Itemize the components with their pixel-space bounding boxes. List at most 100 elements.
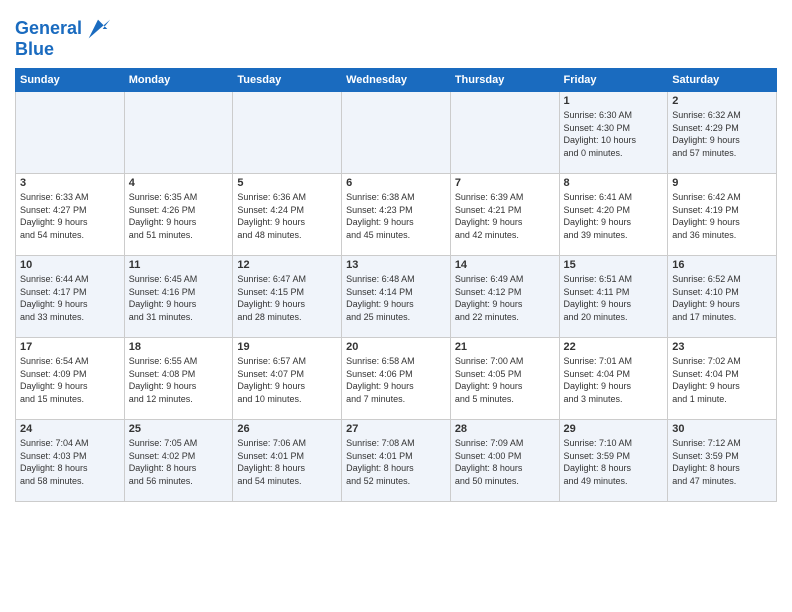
day-number: 30 (672, 423, 772, 435)
calendar-cell: 11 Sunrise: 6:45 AM Sunset: 4:16 PM Dayli… (124, 256, 233, 338)
day-info: Sunrise: 7:05 AM Sunset: 4:02 PM Dayligh… (129, 437, 229, 487)
header-day: Wednesday (342, 69, 451, 92)
calendar-cell: 9 Sunrise: 6:42 AM Sunset: 4:19 PM Daylig… (668, 174, 777, 256)
logo-text: General (15, 19, 82, 39)
calendar-cell: 21 Sunrise: 7:00 AM Sunset: 4:05 PM Dayli… (450, 338, 559, 420)
day-number: 27 (346, 423, 446, 435)
day-number: 25 (129, 423, 229, 435)
day-number: 10 (20, 259, 120, 271)
day-info: Sunrise: 7:12 AM Sunset: 3:59 PM Dayligh… (672, 437, 772, 487)
day-number: 5 (237, 177, 337, 189)
calendar-cell: 7 Sunrise: 6:39 AM Sunset: 4:21 PM Daylig… (450, 174, 559, 256)
day-number: 16 (672, 259, 772, 271)
calendar-week-row: 3Sunrise: 6:33 AM Sunset: 4:27 PM Daylig… (16, 174, 777, 256)
calendar-cell: 3Sunrise: 6:33 AM Sunset: 4:27 PM Daylig… (16, 174, 125, 256)
day-info: Sunrise: 7:00 AM Sunset: 4:05 PM Dayligh… (455, 355, 555, 405)
day-info: Sunrise: 7:04 AM Sunset: 4:03 PM Dayligh… (20, 437, 120, 487)
main-container: General Blue SundayMondayTuesdayWednesda… (0, 0, 792, 507)
day-info: Sunrise: 7:09 AM Sunset: 4:00 PM Dayligh… (455, 437, 555, 487)
day-number: 17 (20, 341, 120, 353)
day-number: 11 (129, 259, 229, 271)
calendar-cell: 19Sunrise: 6:57 AM Sunset: 4:07 PM Dayli… (233, 338, 342, 420)
calendar-cell: 26 Sunrise: 7:06 AM Sunset: 4:01 PM Dayli… (233, 420, 342, 502)
day-number: 9 (672, 177, 772, 189)
day-info: Sunrise: 6:45 AM Sunset: 4:16 PM Dayligh… (129, 273, 229, 323)
calendar-cell (233, 92, 342, 174)
day-number: 24 (20, 423, 120, 435)
calendar-cell: 16 Sunrise: 6:52 AM Sunset: 4:10 PM Dayli… (668, 256, 777, 338)
day-number: 15 (564, 259, 664, 271)
day-info: Sunrise: 6:44 AM Sunset: 4:17 PM Dayligh… (20, 273, 120, 323)
calendar-cell: 18Sunrise: 6:55 AM Sunset: 4:08 PM Dayli… (124, 338, 233, 420)
day-info: Sunrise: 6:51 AM Sunset: 4:11 PM Dayligh… (564, 273, 664, 323)
day-number: 13 (346, 259, 446, 271)
logo: General Blue (15, 15, 112, 60)
calendar-table: SundayMondayTuesdayWednesdayThursdayFrid… (15, 68, 777, 502)
calendar-cell (342, 92, 451, 174)
day-info: Sunrise: 7:01 AM Sunset: 4:04 PM Dayligh… (564, 355, 664, 405)
calendar-cell: 23Sunrise: 7:02 AM Sunset: 4:04 PM Dayli… (668, 338, 777, 420)
header-row: SundayMondayTuesdayWednesdayThursdayFrid… (16, 69, 777, 92)
calendar-cell: 10 Sunrise: 6:44 AM Sunset: 4:17 PM Dayli… (16, 256, 125, 338)
day-info: Sunrise: 6:35 AM Sunset: 4:26 PM Dayligh… (129, 191, 229, 241)
calendar-week-row: 1 Sunrise: 6:30 AM Sunset: 4:30 PM Daylig… (16, 92, 777, 174)
calendar-cell: 27 Sunrise: 7:08 AM Sunset: 4:01 PM Dayli… (342, 420, 451, 502)
day-info: Sunrise: 6:54 AM Sunset: 4:09 PM Dayligh… (20, 355, 120, 405)
day-info: Sunrise: 7:02 AM Sunset: 4:04 PM Dayligh… (672, 355, 772, 405)
calendar-cell (16, 92, 125, 174)
calendar-cell: 12 Sunrise: 6:47 AM Sunset: 4:15 PM Dayli… (233, 256, 342, 338)
calendar-cell: 20Sunrise: 6:58 AM Sunset: 4:06 PM Dayli… (342, 338, 451, 420)
day-number: 12 (237, 259, 337, 271)
calendar-cell: 24 Sunrise: 7:04 AM Sunset: 4:03 PM Dayli… (16, 420, 125, 502)
calendar-cell: 5 Sunrise: 6:36 AM Sunset: 4:24 PM Daylig… (233, 174, 342, 256)
day-info: Sunrise: 6:42 AM Sunset: 4:19 PM Dayligh… (672, 191, 772, 241)
day-info: Sunrise: 7:06 AM Sunset: 4:01 PM Dayligh… (237, 437, 337, 487)
calendar-cell: 4 Sunrise: 6:35 AM Sunset: 4:26 PM Daylig… (124, 174, 233, 256)
calendar-week-row: 10 Sunrise: 6:44 AM Sunset: 4:17 PM Dayli… (16, 256, 777, 338)
day-number: 8 (564, 177, 664, 189)
day-info: Sunrise: 6:33 AM Sunset: 4:27 PM Dayligh… (20, 191, 120, 241)
day-number: 21 (455, 341, 555, 353)
day-info: Sunrise: 6:58 AM Sunset: 4:06 PM Dayligh… (346, 355, 446, 405)
calendar-cell: 30 Sunrise: 7:12 AM Sunset: 3:59 PM Dayli… (668, 420, 777, 502)
day-info: Sunrise: 6:39 AM Sunset: 4:21 PM Dayligh… (455, 191, 555, 241)
day-info: Sunrise: 7:10 AM Sunset: 3:59 PM Dayligh… (564, 437, 664, 487)
day-info: Sunrise: 6:47 AM Sunset: 4:15 PM Dayligh… (237, 273, 337, 323)
calendar-cell (450, 92, 559, 174)
calendar-cell: 14Sunrise: 6:49 AM Sunset: 4:12 PM Dayli… (450, 256, 559, 338)
day-number: 28 (455, 423, 555, 435)
calendar-cell: 25 Sunrise: 7:05 AM Sunset: 4:02 PM Dayli… (124, 420, 233, 502)
calendar-cell: 8 Sunrise: 6:41 AM Sunset: 4:20 PM Daylig… (559, 174, 668, 256)
day-number: 4 (129, 177, 229, 189)
day-info: Sunrise: 6:30 AM Sunset: 4:30 PM Dayligh… (564, 109, 664, 159)
day-number: 1 (564, 95, 664, 107)
day-number: 18 (129, 341, 229, 353)
day-info: Sunrise: 6:41 AM Sunset: 4:20 PM Dayligh… (564, 191, 664, 241)
day-info: Sunrise: 6:32 AM Sunset: 4:29 PM Dayligh… (672, 109, 772, 159)
day-info: Sunrise: 6:36 AM Sunset: 4:24 PM Dayligh… (237, 191, 337, 241)
calendar-cell: 15 Sunrise: 6:51 AM Sunset: 4:11 PM Dayli… (559, 256, 668, 338)
day-info: Sunrise: 6:38 AM Sunset: 4:23 PM Dayligh… (346, 191, 446, 241)
day-number: 14 (455, 259, 555, 271)
calendar-cell (124, 92, 233, 174)
day-info: Sunrise: 6:52 AM Sunset: 4:10 PM Dayligh… (672, 273, 772, 323)
calendar-week-row: 17 Sunrise: 6:54 AM Sunset: 4:09 PM Dayli… (16, 338, 777, 420)
calendar-cell: 17 Sunrise: 6:54 AM Sunset: 4:09 PM Dayli… (16, 338, 125, 420)
header-day: Friday (559, 69, 668, 92)
day-number: 29 (564, 423, 664, 435)
calendar-cell: 29 Sunrise: 7:10 AM Sunset: 3:59 PM Dayli… (559, 420, 668, 502)
header-day: Sunday (16, 69, 125, 92)
day-number: 7 (455, 177, 555, 189)
calendar-cell: 13Sunrise: 6:48 AM Sunset: 4:14 PM Dayli… (342, 256, 451, 338)
logo-icon (84, 15, 112, 43)
day-number: 6 (346, 177, 446, 189)
header-day: Tuesday (233, 69, 342, 92)
day-info: Sunrise: 7:08 AM Sunset: 4:01 PM Dayligh… (346, 437, 446, 487)
day-number: 2 (672, 95, 772, 107)
calendar-cell: 28 Sunrise: 7:09 AM Sunset: 4:00 PM Dayli… (450, 420, 559, 502)
calendar-cell: 22Sunrise: 7:01 AM Sunset: 4:04 PM Dayli… (559, 338, 668, 420)
calendar-cell: 1 Sunrise: 6:30 AM Sunset: 4:30 PM Daylig… (559, 92, 668, 174)
calendar-week-row: 24 Sunrise: 7:04 AM Sunset: 4:03 PM Dayli… (16, 420, 777, 502)
day-number: 26 (237, 423, 337, 435)
page-header: General Blue (15, 10, 777, 60)
